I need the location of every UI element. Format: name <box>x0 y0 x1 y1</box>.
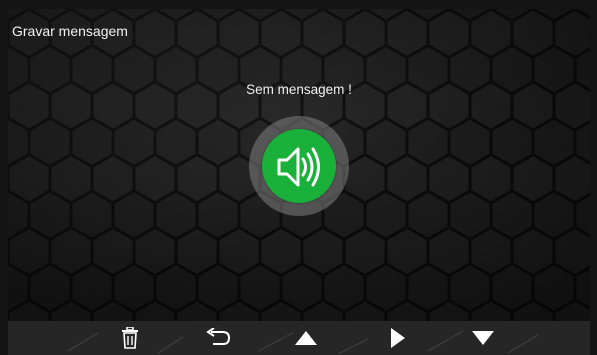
delete-button[interactable] <box>112 321 148 355</box>
play-arrow-icon <box>391 328 405 348</box>
screen-title: Gravar mensagem <box>12 23 128 39</box>
back-button[interactable] <box>200 321 236 355</box>
play-message-ring <box>249 116 349 216</box>
up-button[interactable] <box>288 321 324 355</box>
play-button[interactable] <box>380 321 416 355</box>
back-icon <box>206 328 231 345</box>
bottom-toolbar <box>8 321 590 355</box>
status-message: Sem mensagem ! <box>246 82 352 97</box>
play-message-button[interactable] <box>262 129 336 203</box>
speaker-icon <box>277 147 320 187</box>
up-arrow-icon <box>295 331 317 345</box>
down-button[interactable] <box>465 321 501 355</box>
trash-icon <box>122 327 138 349</box>
down-arrow-icon <box>472 331 494 345</box>
display-screen: Gravar mensagem Sem mensagem ! <box>8 9 590 321</box>
